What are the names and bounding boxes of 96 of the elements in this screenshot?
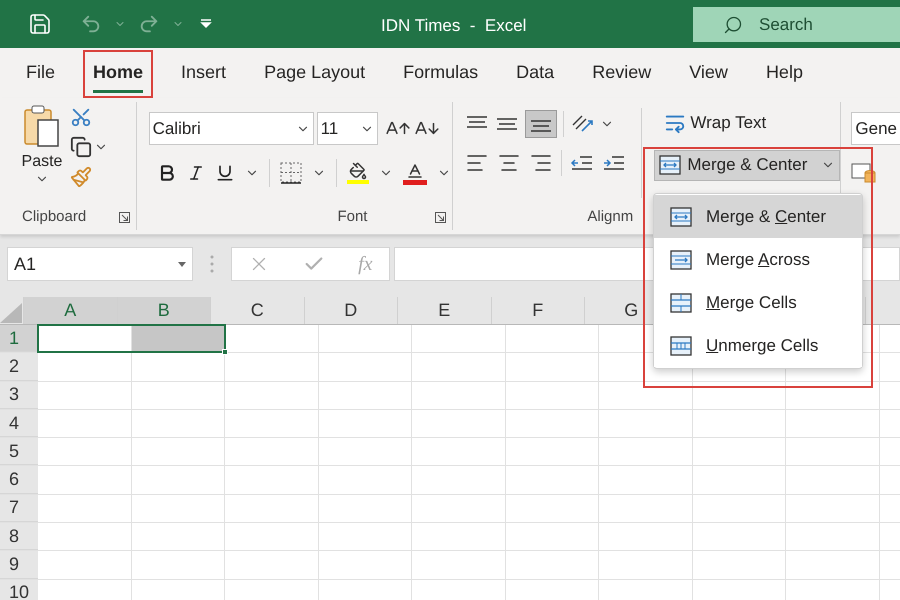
merge-icon: [670, 292, 692, 312]
group-label: Clipboard: [22, 206, 86, 227]
row-header[interactable]: 2: [0, 353, 38, 381]
paste-button[interactable]: Paste: [20, 104, 64, 204]
wrap-text-button[interactable]: Wrap Text: [664, 110, 840, 136]
select-all-icon[interactable]: [0, 303, 22, 323]
menu-item[interactable]: Unmerge Cells: [654, 324, 862, 367]
name-box[interactable]: A1: [7, 247, 193, 281]
save-icon[interactable]: [28, 12, 52, 36]
grid-cell[interactable]: [506, 438, 599, 466]
ribbon-tab[interactable]: View: [679, 50, 738, 98]
row-header[interactable]: 6: [0, 466, 38, 494]
grid-cell[interactable]: [318, 494, 412, 522]
grid-cell[interactable]: [506, 325, 599, 352]
grid-cell[interactable]: [132, 438, 225, 466]
grid-cell[interactable]: [506, 580, 599, 600]
clipboard-icon: [22, 104, 62, 148]
ribbon-tab[interactable]: Review: [582, 50, 662, 98]
search-field[interactable]: Search: [693, 7, 900, 42]
font-color-icon[interactable]: [402, 162, 427, 184]
column-header[interactable]: D: [304, 297, 397, 324]
menu-item[interactable]: Merge & Center: [654, 195, 862, 238]
group-label: Font: [337, 206, 368, 227]
ribbon-tab[interactable]: Formulas: [393, 50, 488, 98]
copy-icon[interactable]: [70, 136, 92, 158]
grid-cell[interactable]: [506, 382, 599, 409]
dialog-launcher-icon[interactable]: [435, 212, 446, 222]
grid-cell[interactable]: [132, 382, 225, 409]
grid-cell[interactable]: [132, 325, 225, 352]
grid-cell[interactable]: [318, 580, 412, 600]
grid-cell[interactable]: [132, 494, 225, 522]
borders-icon[interactable]: [280, 162, 302, 184]
column-header[interactable]: C: [210, 297, 304, 324]
ribbon-tab[interactable]: Help: [756, 50, 813, 98]
grid-cell[interactable]: [132, 523, 225, 550]
format-painter-icon[interactable]: [70, 166, 92, 188]
fill-color-icon[interactable]: [346, 162, 369, 184]
menu-item[interactable]: Merge Cells: [654, 281, 862, 324]
grid-cell[interactable]: [318, 410, 412, 438]
grid-cell[interactable]: [318, 382, 412, 409]
column-header[interactable]: F: [490, 297, 584, 324]
redo-icon[interactable]: [138, 13, 160, 35]
row-header[interactable]: 5: [0, 438, 38, 466]
grid-cell[interactable]: [506, 551, 599, 579]
underline-icon[interactable]: [214, 163, 235, 183]
merge-center-button[interactable]: Merge & Center: [654, 150, 840, 180]
merge-icon: [670, 206, 692, 226]
merge-icon: [670, 336, 692, 356]
row-header[interactable]: 8: [0, 523, 38, 550]
ribbon-tab[interactable]: Home: [83, 50, 154, 98]
grid-cell[interactable]: [506, 353, 599, 381]
ribbon-tab[interactable]: Data: [506, 50, 564, 98]
row-header[interactable]: 1: [0, 325, 38, 352]
ribbon-tab[interactable]: Insert: [171, 50, 236, 98]
customize-toolbar-icon[interactable]: [200, 18, 212, 30]
row-header[interactable]: 4: [0, 410, 38, 438]
row-header[interactable]: 9: [0, 551, 38, 579]
font-name-dropdown[interactable]: Calibri: [148, 112, 314, 145]
grid-cell[interactable]: [318, 466, 412, 494]
column-header[interactable]: B: [116, 297, 210, 324]
row-header[interactable]: 7: [0, 494, 38, 522]
grid-cell[interactable]: [506, 466, 599, 494]
number-format-dropdown[interactable]: Gene: [851, 112, 900, 145]
grid-cell[interactable]: [132, 353, 225, 381]
window-title: IDN Times - Excel: [381, 15, 526, 37]
caret-icon: [178, 262, 186, 266]
drag-handle-icon[interactable]: [210, 255, 214, 273]
group-label: Alignm: [587, 206, 634, 227]
menu-item[interactable]: Merge Across: [654, 238, 862, 281]
grid-cell[interactable]: [132, 580, 225, 600]
row-header[interactable]: 10: [0, 580, 38, 600]
ribbon-tab[interactable]: Page Layout: [254, 50, 376, 98]
grid-cell[interactable]: [132, 551, 225, 579]
grid-cell[interactable]: [318, 438, 412, 466]
conditional-formatting-icon[interactable]: [851, 161, 878, 185]
grid-cell[interactable]: [132, 410, 225, 438]
font-size-dropdown[interactable]: 11: [316, 112, 378, 145]
grid-cell[interactable]: [318, 325, 412, 352]
column-header[interactable]: A: [23, 297, 116, 324]
grid-cell[interactable]: [506, 494, 599, 522]
undo-icon[interactable]: [80, 13, 102, 35]
grid-cell[interactable]: [506, 523, 599, 550]
grid-cell[interactable]: [318, 551, 412, 579]
dialog-launcher-icon[interactable]: [118, 212, 130, 222]
search-icon: [723, 14, 743, 34]
grid-cell[interactable]: [318, 523, 412, 550]
row-header[interactable]: 3: [0, 382, 38, 409]
search-input[interactable]: Search: [759, 12, 879, 38]
column-header[interactable]: E: [397, 297, 490, 324]
merge-icon: [659, 155, 682, 175]
cut-icon[interactable]: [70, 106, 92, 128]
grid-cell[interactable]: [318, 353, 412, 381]
ribbon-tab[interactable]: File: [16, 50, 66, 98]
grid-cell[interactable]: [506, 410, 599, 438]
grid-cell[interactable]: [132, 466, 225, 494]
merge-icon: [670, 250, 692, 270]
